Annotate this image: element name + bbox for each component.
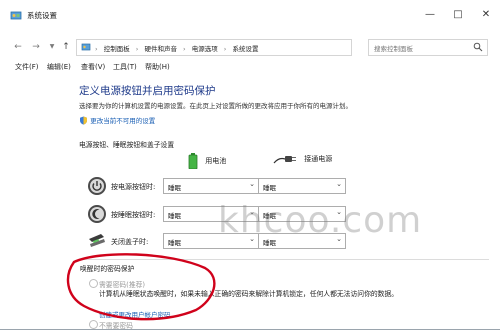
menu-view[interactable]: 查看(V) bbox=[81, 62, 105, 72]
power-button-battery-select[interactable]: 睡眠 ⌄ bbox=[163, 178, 259, 194]
breadcrumb-chevron-icon: › bbox=[135, 45, 139, 53]
title-bar: 系统设置 — □ ✕ bbox=[0, 0, 500, 30]
power-button-icon bbox=[88, 177, 106, 195]
plugged-in-header: 接通电源 bbox=[273, 153, 332, 165]
chevron-down-icon: ⌄ bbox=[249, 180, 255, 188]
breadcrumb-chevron-icon: › bbox=[223, 45, 227, 53]
wake-password-title: 唤醒时的密码保护 bbox=[80, 265, 135, 273]
forward-arrow-icon[interactable]: → bbox=[30, 40, 42, 54]
power-button-row: 按电源按钮时: 睡眠 ⌄ 睡眠 ⌄ bbox=[87, 176, 357, 198]
maximize-button[interactable]: □ bbox=[444, 0, 472, 30]
power-button-ac-select[interactable]: 睡眠 ⌄ bbox=[258, 178, 346, 194]
laptop-lid-icon bbox=[89, 234, 105, 247]
battery-icon bbox=[188, 153, 198, 169]
lid-close-label: 关闭盖子时: bbox=[111, 238, 149, 246]
require-password-label: 需要密码(推荐) bbox=[99, 281, 146, 289]
breadcrumb-hardware-sound[interactable]: 硬件和声音 bbox=[144, 45, 177, 53]
page-description: 选择要为你的计算机设置的电源设置。在此页上对设置所做的更改将应用于你所有的电源计… bbox=[79, 102, 352, 110]
on-battery-label: 用电池 bbox=[205, 157, 227, 165]
power-button-label: 按电源按钮时: bbox=[111, 183, 156, 191]
require-password-radio[interactable] bbox=[89, 279, 98, 288]
power-plug-icon bbox=[273, 156, 296, 164]
menu-help[interactable]: 帮助(H) bbox=[145, 62, 170, 72]
breadcrumb-power-options[interactable]: 电源选项 bbox=[192, 45, 218, 53]
search-placeholder: 搜索控制面板 bbox=[374, 45, 413, 53]
menu-edit[interactable]: 编辑(E) bbox=[47, 62, 71, 72]
breadcrumb-chevron-icon: › bbox=[183, 45, 186, 53]
selected-value: 睡眠 bbox=[168, 212, 181, 220]
window-title: 系统设置 bbox=[27, 11, 57, 20]
watermark: khcoo.com bbox=[218, 200, 423, 241]
chevron-down-icon: ⌄ bbox=[336, 180, 342, 188]
search-icon bbox=[473, 42, 483, 52]
up-arrow-icon[interactable]: ↑ bbox=[60, 40, 72, 54]
control-panel-icon bbox=[10, 11, 22, 20]
no-password-radio[interactable] bbox=[89, 320, 98, 329]
sleep-button-label: 按睡眠按钮时: bbox=[111, 211, 156, 219]
uac-shield-icon bbox=[80, 116, 87, 125]
require-password-description: 计算机从睡眠状态唤醒时，如果未输入正确的密码来解除计算机锁定，任何人都无法访问你… bbox=[99, 290, 399, 298]
selected-value: 睡眠 bbox=[168, 184, 181, 192]
back-arrow-icon[interactable]: ← bbox=[12, 40, 24, 54]
selected-value: 睡眠 bbox=[263, 184, 276, 192]
menu-tools[interactable]: 工具(T) bbox=[113, 62, 137, 72]
selected-value: 睡眠 bbox=[168, 239, 181, 247]
breadcrumb-chevron-icon: › bbox=[95, 45, 98, 53]
section-label: 电源按钮、睡眠按钮和盖子设置 bbox=[79, 141, 175, 149]
breadcrumb: › 控制面板 › 硬件和声音 › 电源选项 › 系统设置 bbox=[95, 43, 262, 53]
section-divider bbox=[79, 259, 489, 260]
create-password-link[interactable]: 创建或更改用户帐户密码 bbox=[99, 309, 171, 319]
change-unavailable-settings[interactable]: 更改当前不可用的设置 bbox=[79, 115, 155, 125]
system-settings-window: 系统设置 — □ ✕ ← → ▼ ↑ › 控制面板 › 硬件和声音 › 电源选项… bbox=[0, 0, 500, 330]
plugged-in-label: 接通电源 bbox=[304, 155, 333, 163]
recent-locations-chevron-icon[interactable]: ▼ bbox=[46, 40, 58, 54]
menu-bar: 文件(F) 编辑(E) 查看(V) 工具(T) 帮助(H) bbox=[0, 60, 500, 74]
control-panel-icon bbox=[81, 43, 91, 51]
breadcrumb-system-settings[interactable]: 系统设置 bbox=[232, 45, 258, 53]
close-button[interactable]: ✕ bbox=[472, 0, 500, 30]
search-input[interactable]: 搜索控制面板 bbox=[368, 39, 488, 56]
on-battery-header: 用电池 bbox=[188, 153, 226, 169]
address-row: ← → ▼ ↑ › 控制面板 › 硬件和声音 › 电源选项 › 系统设置 ▼ ↻… bbox=[0, 36, 500, 58]
address-bar[interactable]: › 控制面板 › 硬件和声音 › 电源选项 › 系统设置 ▼ ↻ bbox=[76, 39, 434, 56]
menu-file[interactable]: 文件(F) bbox=[15, 62, 39, 72]
sleep-button-icon bbox=[88, 205, 106, 223]
minimize-button[interactable]: — bbox=[416, 0, 444, 30]
page-title: 定义电源按钮并启用密码保护 bbox=[79, 85, 216, 97]
breadcrumb-control-panel[interactable]: 控制面板 bbox=[104, 45, 130, 53]
change-unavailable-settings-link[interactable]: 更改当前不可用的设置 bbox=[90, 117, 155, 125]
